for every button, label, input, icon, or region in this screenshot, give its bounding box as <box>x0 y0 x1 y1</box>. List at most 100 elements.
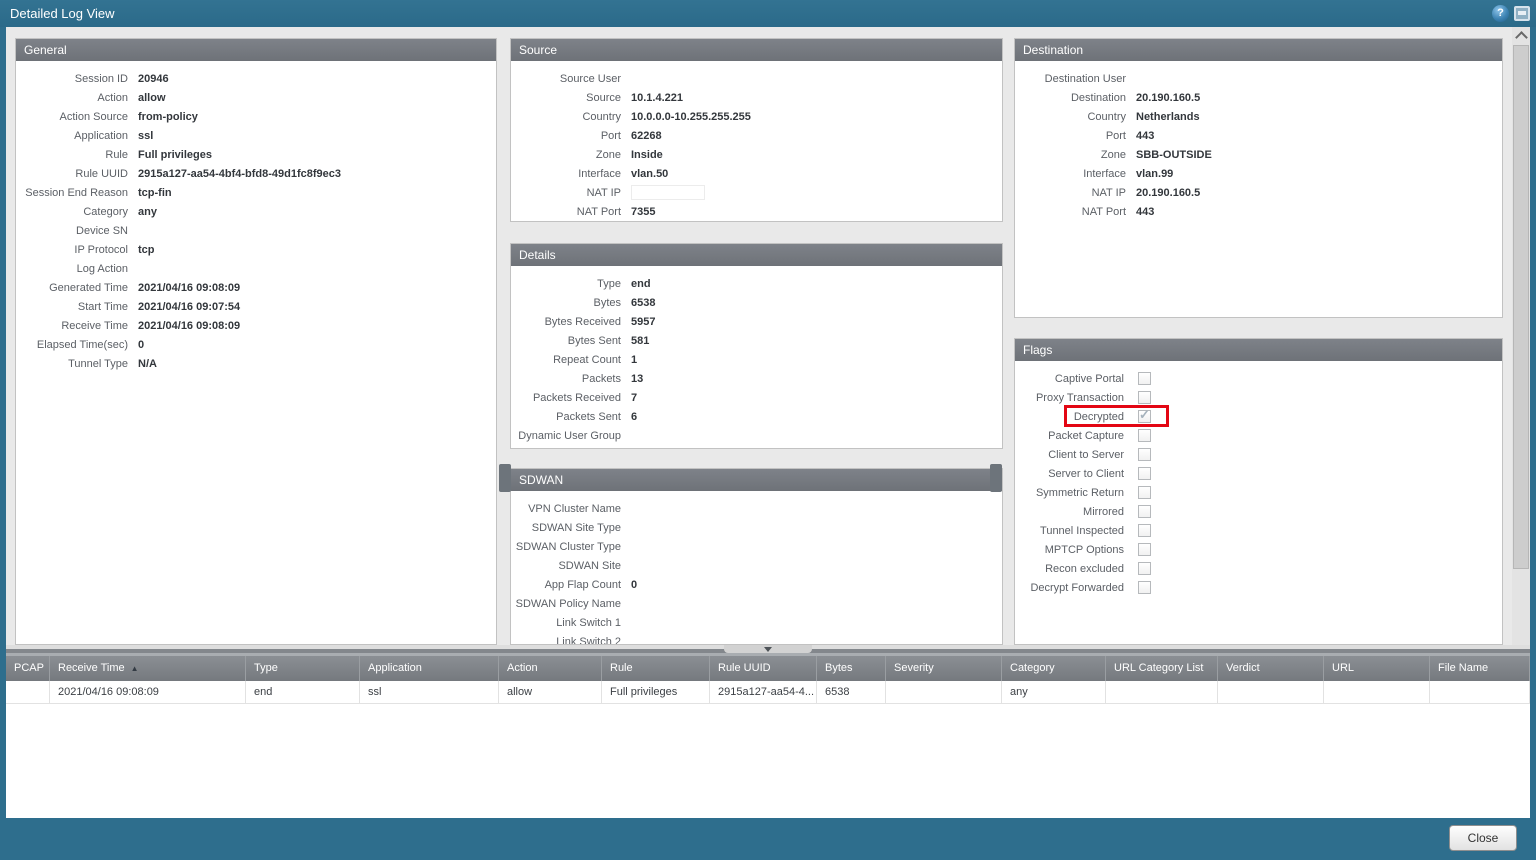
field-label: NAT IP <box>511 187 621 199</box>
panel-general-header: General <box>16 39 496 61</box>
cell-rule: Full privileges <box>602 681 710 703</box>
field-value: Full privileges <box>138 149 212 161</box>
column-header-verdict[interactable]: Verdict <box>1218 656 1324 681</box>
panel-flags-body: Captive PortalProxy TransactionDecrypted… <box>1015 361 1502 597</box>
column-header-file-name[interactable]: File Name <box>1430 656 1530 681</box>
empty-value-box <box>631 185 705 200</box>
column-header-action[interactable]: Action <box>499 656 602 681</box>
field-label: Zone <box>1015 149 1126 161</box>
splitter-collapse-handle[interactable] <box>724 645 812 653</box>
flag-row-tunnel-inspected: Tunnel Inspected <box>1015 521 1502 540</box>
column-header-type[interactable]: Type <box>246 656 360 681</box>
column-header-application[interactable]: Application <box>360 656 499 681</box>
column-header-pcap[interactable]: PCAP <box>6 656 50 681</box>
field-label: Dynamic User Group <box>511 430 621 442</box>
field-value: 1 <box>631 354 637 366</box>
tunnel-inspected-checkbox[interactable] <box>1138 524 1151 537</box>
field-label: Repeat Count <box>511 354 621 366</box>
field-row-generated-time: Generated Time2021/04/16 09:08:09 <box>16 278 496 297</box>
panel-flags-header: Flags <box>1015 339 1502 361</box>
decrypted-checkbox[interactable]: ✓ <box>1138 410 1151 423</box>
field-row-port: Port62268 <box>511 126 1002 145</box>
field-value: N/A <box>138 358 157 370</box>
field-row-action: Actionallow <box>16 88 496 107</box>
help-icon[interactable]: ? <box>1492 5 1509 22</box>
field-label: Action <box>16 92 128 104</box>
field-value: end <box>631 278 651 290</box>
mptcp-options-checkbox[interactable] <box>1138 543 1151 556</box>
field-value: 0 <box>138 339 144 351</box>
flag-label: Packet Capture <box>1015 430 1124 442</box>
field-row-source-user: Source User <box>511 69 1002 88</box>
close-button[interactable]: Close <box>1449 825 1517 851</box>
flag-row-packet-capture: Packet Capture <box>1015 426 1502 445</box>
column-header-url[interactable]: URL <box>1324 656 1430 681</box>
dialog-body: General Session ID20946ActionallowAction… <box>6 27 1530 818</box>
field-label: Destination User <box>1015 73 1126 85</box>
decrypt-forwarded-checkbox[interactable] <box>1138 581 1151 594</box>
column-resize-grip[interactable] <box>990 464 1002 492</box>
field-label: Category <box>16 206 128 218</box>
field-row-app-flap-count: App Flap Count0 <box>511 575 1002 594</box>
field-value: vlan.99 <box>1136 168 1173 180</box>
column-header-category[interactable]: Category <box>1002 656 1106 681</box>
field-row-vpn-cluster-name: VPN Cluster Name <box>511 499 1002 518</box>
captive-portal-checkbox[interactable] <box>1138 372 1151 385</box>
field-label: SDWAN Site Type <box>511 522 621 534</box>
field-value: any <box>138 206 157 218</box>
scroll-up-arrow-icon[interactable] <box>1515 31 1528 44</box>
panel-destination-header: Destination <box>1015 39 1502 61</box>
proxy-transaction-checkbox[interactable] <box>1138 391 1151 404</box>
field-row-source: Source10.1.4.221 <box>511 88 1002 107</box>
field-label: Application <box>16 130 128 142</box>
field-row-nat-port: NAT Port7355 <box>511 202 1002 221</box>
field-row-country: CountryNetherlands <box>1015 107 1502 126</box>
panel-general: General Session ID20946ActionallowAction… <box>15 38 497 645</box>
field-label: Session End Reason <box>16 187 128 199</box>
field-value: 10.1.4.221 <box>631 92 683 104</box>
field-row-port: Port443 <box>1015 126 1502 145</box>
field-row-destination-user: Destination User <box>1015 69 1502 88</box>
cell-application: ssl <box>360 681 499 703</box>
column-header-severity[interactable]: Severity <box>886 656 1002 681</box>
field-value: tcp-fin <box>138 187 172 199</box>
field-row-interface: Interfacevlan.99 <box>1015 164 1502 183</box>
field-row-nat-ip: NAT IP <box>511 183 1002 202</box>
column-resize-grip[interactable] <box>499 464 511 492</box>
packet-capture-checkbox[interactable] <box>1138 429 1151 442</box>
panel-sdwan-body: VPN Cluster NameSDWAN Site TypeSDWAN Clu… <box>511 491 1002 645</box>
dialog-footer: Close <box>0 818 1536 860</box>
symmetric-return-checkbox[interactable] <box>1138 486 1151 499</box>
scrollbar-thumb[interactable] <box>1513 45 1529 569</box>
field-label: Elapsed Time(sec) <box>16 339 128 351</box>
mirrored-checkbox[interactable] <box>1138 505 1151 518</box>
field-row-bytes-sent: Bytes Sent581 <box>511 331 1002 350</box>
column-header-receive-time[interactable]: Receive Time▲ <box>50 656 246 681</box>
flag-label: Captive Portal <box>1015 373 1124 385</box>
column-header-url-category-list[interactable]: URL Category List <box>1106 656 1218 681</box>
field-label: Bytes Received <box>511 316 621 328</box>
flag-label: Server to Client <box>1015 468 1124 480</box>
client-to-server-checkbox[interactable] <box>1138 448 1151 461</box>
table-row[interactable]: 2021/04/16 09:08:09endsslallowFull privi… <box>6 681 1530 704</box>
panel-details: Details TypeendBytes6538Bytes Received59… <box>510 243 1003 449</box>
recon-excluded-checkbox[interactable] <box>1138 562 1151 575</box>
horizontal-splitter[interactable] <box>6 645 1530 656</box>
window-restore-icon[interactable] <box>1514 6 1530 21</box>
field-value: 20.190.160.5 <box>1136 92 1200 104</box>
server-to-client-checkbox[interactable] <box>1138 467 1151 480</box>
cell-severity <box>886 681 1002 703</box>
field-label: Tunnel Type <box>16 358 128 370</box>
field-label: Generated Time <box>16 282 128 294</box>
cell-url-category-list <box>1106 681 1218 703</box>
column-header-bytes[interactable]: Bytes <box>817 656 886 681</box>
flag-row-proxy-transaction: Proxy Transaction <box>1015 388 1502 407</box>
panel-general-body: Session ID20946ActionallowAction Sourcef… <box>16 61 496 373</box>
vertical-scrollbar[interactable] <box>1512 27 1530 656</box>
column-header-rule[interactable]: Rule <box>602 656 710 681</box>
panel-source-body: Source UserSource10.1.4.221Country10.0.0… <box>511 61 1002 221</box>
panel-flags: Flags Captive PortalProxy TransactionDec… <box>1014 338 1503 645</box>
column-header-rule-uuid[interactable]: Rule UUID <box>710 656 817 681</box>
flag-label: Tunnel Inspected <box>1015 525 1124 537</box>
field-label: Destination <box>1015 92 1126 104</box>
